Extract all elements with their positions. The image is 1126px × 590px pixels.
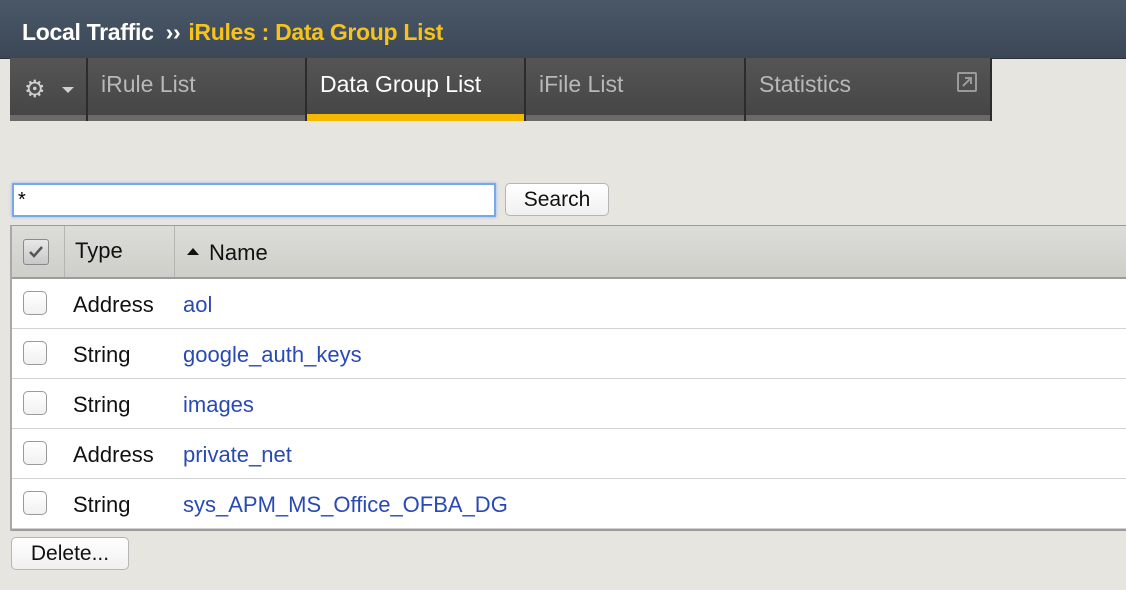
tab-underline-active [307,114,524,121]
gear-menu-button[interactable]: ⚙ [10,58,88,121]
column-label-type: Type [75,238,123,263]
table-header: Type Name [12,226,1126,279]
row-type: String [73,492,131,517]
breadcrumb: Local Traffic ›› iRules : Data Group List [22,19,443,46]
gear-icon: ⚙ [24,76,46,103]
tab-label: iFile List [539,71,624,97]
row-type: Address [73,442,154,467]
tab-irule-list[interactable]: iRule List [88,58,307,121]
table-row: Address aol [12,279,1126,329]
tab-underline [88,115,305,121]
sort-ascending-icon [187,248,199,255]
tab-underline [10,115,86,121]
select-all-checkbox[interactable] [23,239,49,265]
tab-data-group-list[interactable]: Data Group List [307,58,526,121]
row-name-link[interactable]: private_net [183,442,292,468]
table-row: String images [12,379,1126,429]
tab-bar: ⚙ iRule List Data Group List iFile List … [10,58,992,121]
delete-button[interactable]: Delete... [11,537,129,570]
column-label-name: Name [209,240,268,265]
tab-statistics[interactable]: Statistics [746,58,992,121]
breadcrumb-separator: ›› [165,19,181,45]
search-input[interactable] [12,183,496,217]
tab-underline [526,115,744,121]
row-name-link[interactable]: images [183,392,254,418]
caret-down-icon [62,87,74,93]
header-bar: Local Traffic ›› iRules : Data Group List [0,0,1126,59]
column-header-type[interactable]: Type [65,226,175,277]
column-header-name[interactable]: Name [175,226,1126,277]
breadcrumb-page: iRules : Data Group List [188,19,444,45]
row-type: String [73,342,131,367]
table-bottom-border [12,529,1126,531]
row-checkbox[interactable] [23,391,47,415]
row-checkbox[interactable] [23,291,47,315]
row-checkbox[interactable] [23,441,47,465]
row-type: String [73,392,131,417]
row-checkbox[interactable] [23,491,47,515]
external-link-icon[interactable] [957,72,977,92]
table-row: String sys_APM_MS_Office_OFBA_DG [12,479,1126,529]
tab-underline [746,115,990,121]
row-type: Address [73,292,154,317]
row-checkbox[interactable] [23,341,47,365]
tab-label: Statistics [759,71,852,97]
search-button[interactable]: Search [505,183,609,216]
row-name-link[interactable]: aol [183,292,212,318]
breadcrumb-section[interactable]: Local Traffic [22,19,154,45]
row-name-link[interactable]: sys_APM_MS_Office_OFBA_DG [183,492,508,518]
row-name-link[interactable]: google_auth_keys [183,342,362,368]
tab-label: Data Group List [320,71,482,97]
table-row: Address private_net [12,429,1126,479]
select-all-header [12,226,65,277]
tab-label: iRule List [101,71,196,97]
table-row: String google_auth_keys [12,329,1126,379]
data-group-table: Type Name Address aol String google_auth… [10,225,1126,531]
tab-ifile-list[interactable]: iFile List [526,58,746,121]
